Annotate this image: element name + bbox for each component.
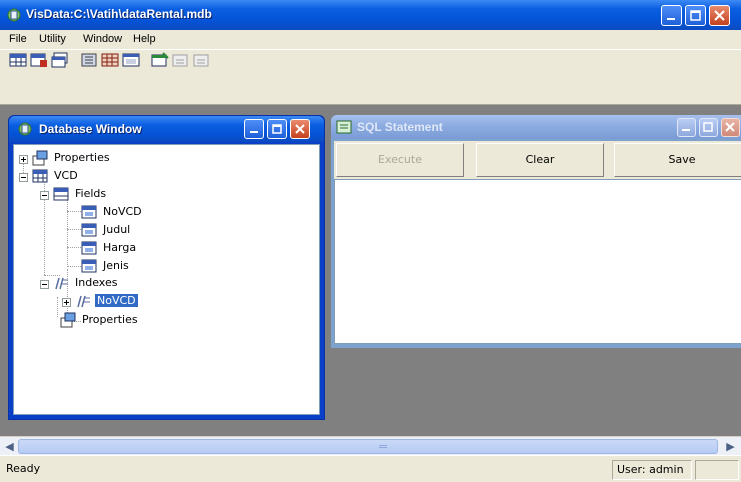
tree-node-label: Fields: [75, 187, 107, 200]
status-text: Ready: [6, 462, 41, 475]
index-icon: [55, 277, 68, 290]
collapse-fields-button[interactable]: [40, 191, 49, 200]
field-icon: [81, 241, 97, 255]
field-icon: [81, 259, 97, 273]
minimize-icon: [250, 131, 258, 133]
expand-index-button[interactable]: [62, 298, 71, 307]
status-user: User: admin: [612, 460, 692, 480]
maximize-icon: [703, 122, 713, 132]
dynaset-type-icon[interactable]: [30, 52, 48, 68]
horizontal-scrollbar[interactable]: ◀ ▶: [0, 436, 741, 455]
db-close-button[interactable]: [290, 119, 310, 139]
close-icon: [714, 10, 725, 21]
sql-button-row: Execute Clear Save: [334, 141, 741, 179]
menu-window[interactable]: Window: [83, 33, 122, 45]
tree-node-label: Judul: [103, 223, 131, 236]
sql-editor[interactable]: [334, 179, 741, 344]
grip-icon: [379, 445, 387, 448]
sql-minimize-button[interactable]: [677, 118, 696, 137]
sql-window-title-bar[interactable]: SQL Statement: [331, 115, 741, 139]
tree-node-label: Properties: [82, 313, 138, 326]
properties-icon: [32, 150, 48, 166]
form-icon[interactable]: [122, 52, 140, 68]
rollback-icon: [193, 54, 209, 67]
menu-file[interactable]: File: [9, 33, 27, 45]
begin-transaction-icon[interactable]: [151, 52, 169, 68]
maximize-icon: [690, 10, 701, 21]
tree-node-label: Properties: [54, 151, 110, 164]
tree-node-label: NoVCD: [103, 205, 142, 218]
menu-help[interactable]: Help: [133, 33, 156, 45]
sql-close-button[interactable]: [721, 118, 740, 137]
data-control-icon[interactable]: [80, 52, 98, 68]
status-extra-pane: [695, 460, 739, 480]
field-icon: [81, 223, 97, 237]
field-icon: [81, 205, 97, 219]
table-icon: [32, 169, 48, 183]
table-type-icon[interactable]: [9, 52, 27, 68]
collapse-vcd-button[interactable]: [19, 173, 28, 182]
execute-button[interactable]: Execute: [336, 143, 464, 177]
close-button[interactable]: [709, 5, 730, 26]
database-tree[interactable]: Properties VCD Fields NoVCD Judul Harga …: [13, 144, 320, 415]
tree-node-label: VCD: [54, 169, 78, 182]
properties-icon: [60, 312, 76, 328]
db-minimize-button[interactable]: [244, 119, 264, 139]
collapse-indexes-button[interactable]: [40, 280, 49, 289]
index-icon: [77, 295, 90, 308]
scroll-thumb[interactable]: [18, 439, 718, 454]
scroll-left-button[interactable]: ◀: [2, 439, 17, 454]
tree-node-label: NoVCD: [95, 294, 138, 307]
snapshot-type-icon[interactable]: [51, 52, 69, 68]
maximize-icon: [272, 124, 282, 134]
sql-icon: [336, 120, 352, 134]
database-window-title-bar[interactable]: Database Window: [9, 116, 324, 142]
status-bar: Ready User: admin: [0, 455, 741, 482]
menu-bar: File Utility Window Help: [0, 30, 741, 49]
visdata-app-icon: [7, 8, 21, 22]
save-button[interactable]: Save: [614, 143, 741, 177]
sql-window-title: SQL Statement: [357, 120, 443, 134]
mdi-client-area: Database Window Properties VCD Fields No…: [0, 106, 741, 436]
app-title: VisData:C:\Vatih\dataRental.mdb: [26, 7, 212, 21]
expand-properties-button[interactable]: [19, 155, 28, 164]
menu-utility[interactable]: Utility: [39, 33, 66, 45]
fields-folder-icon: [53, 187, 69, 201]
tree-node-label: Harga: [103, 241, 137, 254]
sql-statement-window[interactable]: SQL Statement Execute Clear Save: [331, 115, 741, 348]
db-maximize-button[interactable]: [267, 119, 287, 139]
sql-maximize-button[interactable]: [699, 118, 718, 137]
tree-node-label: Jenis: [103, 259, 129, 272]
dbgrid-icon[interactable]: [101, 52, 119, 68]
minimize-button[interactable]: [661, 5, 682, 26]
database-icon: [18, 122, 32, 136]
toolbar: [0, 49, 741, 105]
tree-node-label: Indexes: [75, 276, 118, 289]
scroll-right-button[interactable]: ▶: [723, 439, 738, 454]
close-icon: [295, 124, 305, 134]
app-title-bar[interactable]: VisData:C:\Vatih\dataRental.mdb: [0, 0, 741, 30]
minimize-icon: [667, 18, 675, 20]
minimize-icon: [682, 129, 690, 131]
close-icon: [725, 122, 735, 132]
clear-button[interactable]: Clear: [476, 143, 604, 177]
maximize-button[interactable]: [685, 5, 706, 26]
database-window-title: Database Window: [39, 122, 142, 136]
database-window[interactable]: Database Window Properties VCD Fields No…: [8, 115, 325, 420]
commit-icon: [172, 54, 188, 67]
